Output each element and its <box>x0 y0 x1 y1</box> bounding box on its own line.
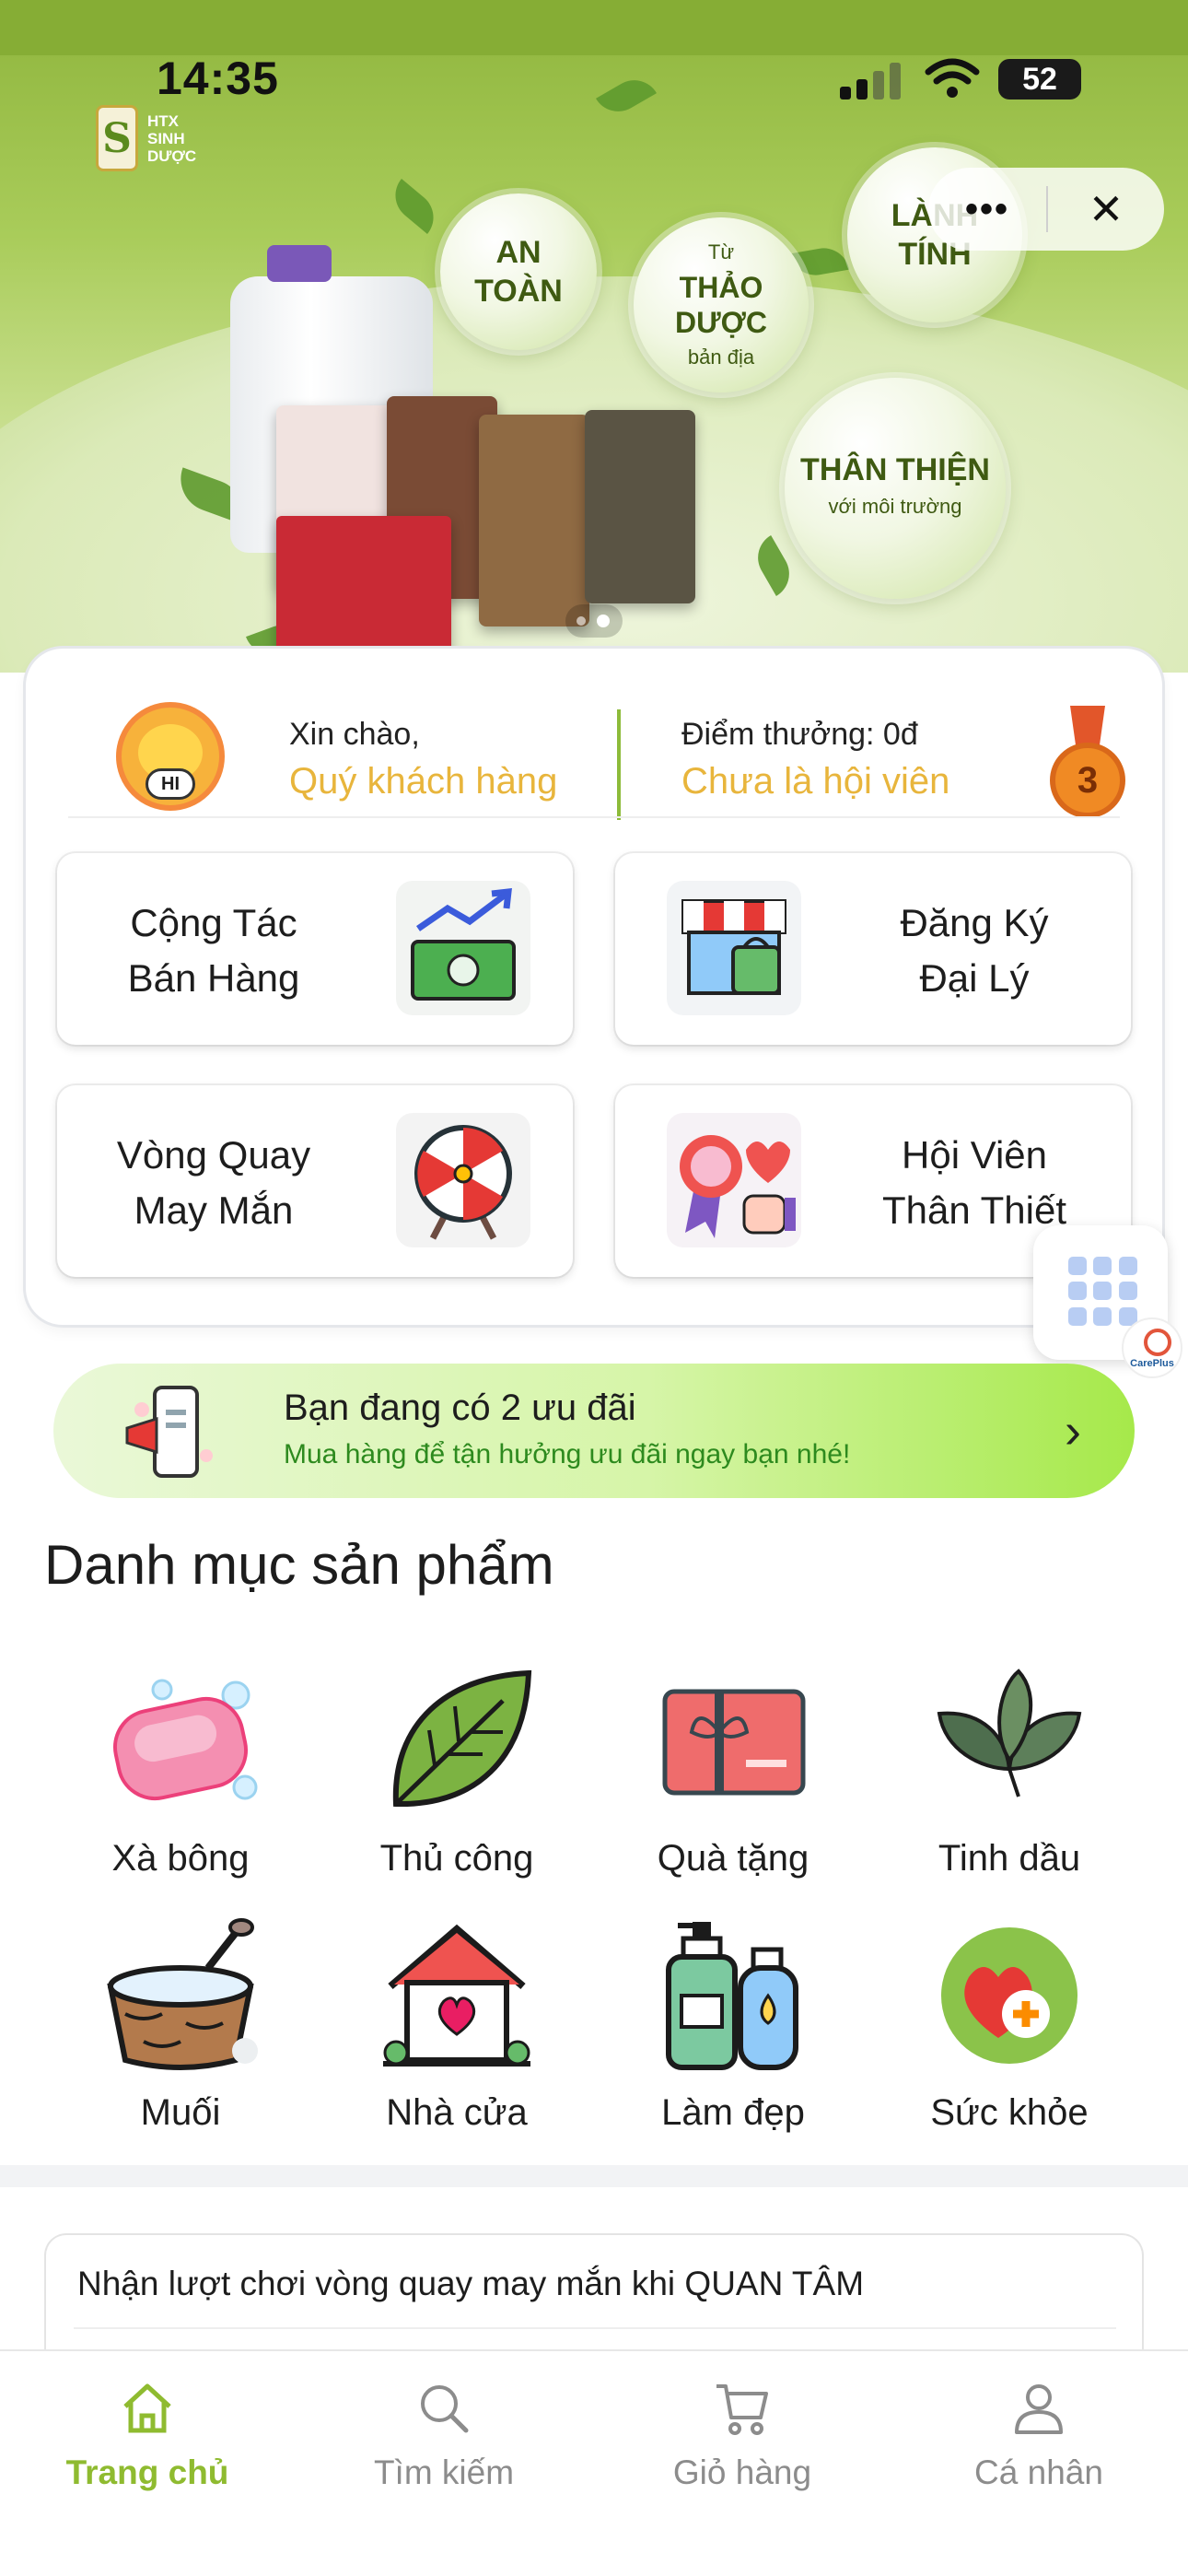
category-label: Thủ công <box>379 1838 534 1879</box>
leaf-decoration <box>385 178 444 235</box>
tile-label: Cộng Tác Bán Hàng <box>127 901 300 1000</box>
tab-home[interactable]: Trang chủ <box>28 2379 267 2492</box>
promo-offers-banner[interactable]: Bạn đang có 2 ưu đãi Mua hàng để tận hưở… <box>53 1364 1135 1498</box>
category-nha-cua[interactable]: Nhà cửa <box>319 1913 595 2134</box>
bubble-text: THẢO DƯỢC <box>674 271 768 339</box>
bottom-tab-bar: Trang chủ Tìm kiếm Giỏ hàng Cá nhân <box>0 2349 1188 2576</box>
membership-tier: Chưa là hội viên <box>681 761 950 802</box>
money-chart-icon <box>396 881 530 1015</box>
reward-points: Điểm thưởng: 0đ <box>681 717 918 752</box>
product-box-image <box>276 516 451 654</box>
category-label: Muối <box>140 2092 221 2133</box>
salt-bowl-icon <box>107 1918 258 2070</box>
section-title-categories: Danh mục sản phẩm <box>44 1534 554 1596</box>
bubble-text-small: với môi trường <box>828 495 962 518</box>
close-icon[interactable]: ✕ <box>1048 184 1164 234</box>
status-bar: 14:35 52 <box>0 0 1188 138</box>
category-label: Làm đẹp <box>661 2092 805 2133</box>
brand-line: DƯỢC <box>147 146 197 165</box>
signal-icon <box>840 63 904 100</box>
promo-title: Bạn đang có 2 ưu đãi <box>284 1388 636 1428</box>
wifi-icon <box>925 58 980 98</box>
tab-label: Cá nhân <box>974 2453 1103 2491</box>
tab-label: Giỏ hàng <box>672 2453 812 2491</box>
leaf-icon <box>392 1669 532 1808</box>
category-qua-tang[interactable]: Quà tặng <box>595 1658 871 1879</box>
careplus-floating-button[interactable]: CarePlus <box>1033 1225 1182 1378</box>
bubble-an-toan: AN TOÀN <box>440 193 597 350</box>
category-suc-khoe[interactable]: Sức khỏe <box>871 1913 1147 2134</box>
tile-cong-tac-ban-hang[interactable]: Cộng Tác Bán Hàng <box>57 853 573 1045</box>
member-badge-icon <box>667 1113 801 1247</box>
health-heart-icon <box>941 1927 1077 2064</box>
greeting-text: Xin chào, <box>289 717 420 752</box>
section-separator <box>0 2165 1188 2187</box>
bubble-text: AN TOÀN <box>474 235 563 309</box>
customer-name: Quý khách hàng <box>289 761 558 802</box>
medal-icon: 3 <box>1050 706 1125 818</box>
bubble-text: THÂN THIỆN <box>800 452 990 487</box>
notice-divider <box>74 2327 1116 2329</box>
category-muoi[interactable]: Muối <box>42 1913 319 2134</box>
soap-icon <box>112 1679 258 1801</box>
category-thu-cong[interactable]: Thủ công <box>319 1658 595 1879</box>
greeting-divider <box>617 709 621 820</box>
storefront-icon <box>667 881 801 1015</box>
phone-megaphone-icon <box>125 1386 213 1478</box>
bubble-than-thien: THÂN THIỆN với môi trường <box>785 378 1006 599</box>
home-icon <box>123 2383 171 2433</box>
tile-vong-quay-may-man[interactable]: Vòng Quay May Mắn <box>57 1085 573 1277</box>
tile-label: Hội Viên Thân Thiết <box>881 1133 1066 1232</box>
tab-cart[interactable]: Giỏ hàng <box>623 2379 862 2492</box>
tab-label: Tìm kiếm <box>373 2453 515 2491</box>
tile-label: Vòng Quay May Mắn <box>116 1133 311 1232</box>
medal-number: 3 <box>1050 743 1125 818</box>
category-xa-bong[interactable]: Xà bông <box>42 1658 319 1879</box>
bubble-text-top: Từ <box>707 240 735 263</box>
member-greeting-row[interactable]: HI Xin chào, Quý khách hàng Điểm thưởng:… <box>92 676 1125 820</box>
bubble-text-small: bản địa <box>687 345 755 369</box>
mascot-avatar-icon: HI <box>116 702 225 811</box>
tab-search[interactable]: Tìm kiếm <box>324 2379 564 2492</box>
search-icon <box>421 2385 469 2433</box>
product-pack-image <box>585 410 695 603</box>
category-label: Xà bông <box>111 1838 250 1879</box>
notice-text: Nhận lượt chơi vòng quay may mắn khi QUA… <box>77 2265 865 2302</box>
careplus-logo: CarePlus <box>1122 1317 1182 1378</box>
category-label: Nhà cửa <box>386 2092 528 2133</box>
chevron-right-icon: › <box>1065 1403 1081 1458</box>
category-label: Tinh dầu <box>938 1838 1081 1879</box>
status-time: 14:35 <box>157 53 279 104</box>
tile-dang-ky-dai-ly[interactable]: Đăng Ký Đại Lý <box>615 853 1131 1045</box>
gift-card-icon <box>662 1689 806 1796</box>
category-label: Sức khỏe <box>930 2092 1089 2133</box>
lucky-wheel-icon <box>396 1113 530 1247</box>
user-icon <box>1015 2384 1063 2434</box>
tab-label: Trang chủ <box>65 2453 229 2491</box>
mint-leaves-icon <box>937 1669 1082 1797</box>
member-card: HI Xin chào, Quý khách hàng Điểm thưởng:… <box>26 649 1162 1325</box>
category-tinh-dau[interactable]: Tinh dầu <box>871 1658 1147 1879</box>
promo-subtitle: Mua hàng để tận hưởng ưu đãi ngay bạn nh… <box>284 1439 851 1469</box>
cart-icon <box>716 2384 768 2435</box>
battery-icon: 52 <box>998 59 1081 100</box>
cosmetics-bottles-icon <box>666 1922 798 2070</box>
apps-grid-icon <box>1068 1257 1138 1327</box>
category-label: Quà tặng <box>657 1838 809 1879</box>
house-heart-icon <box>383 1924 530 2067</box>
miniapp-capsule: ••• ✕ <box>928 168 1164 251</box>
card-divider <box>68 816 1120 818</box>
tab-profile[interactable]: Cá nhân <box>919 2379 1159 2492</box>
mascot-hi-label: HI <box>146 768 195 800</box>
banner-pager[interactable] <box>565 604 623 638</box>
tile-label: Đăng Ký Đại Lý <box>900 901 1049 1000</box>
bubble-thao-duoc: Từ THẢO DƯỢC bản địa <box>634 217 809 392</box>
product-pack-image <box>479 415 589 626</box>
more-icon[interactable]: ••• <box>928 189 1046 230</box>
category-lam-dep[interactable]: Làm đẹp <box>595 1913 871 2134</box>
